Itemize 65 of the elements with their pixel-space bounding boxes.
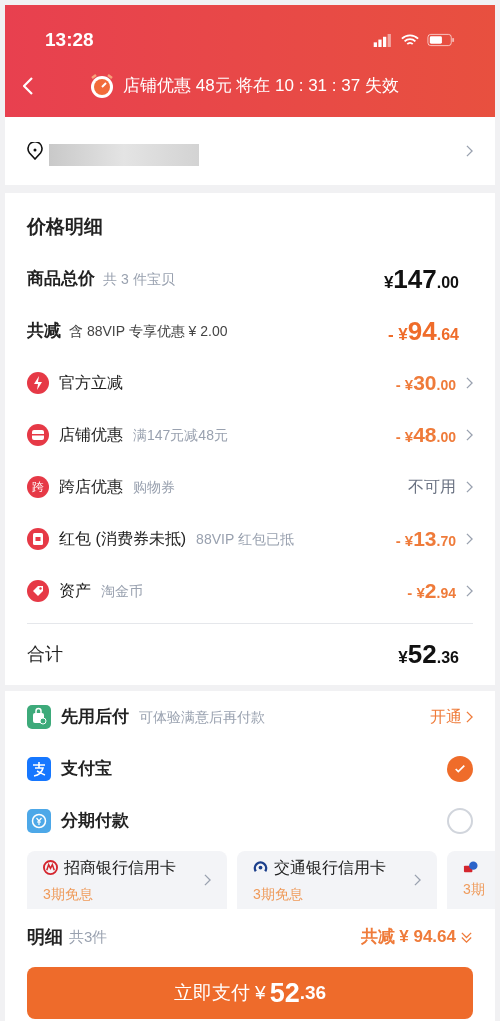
row-note: 含 88VIP 专享优惠 ¥ 2.00 <box>69 321 228 341</box>
price-amount: - ¥30.00 <box>395 370 456 397</box>
chevron-right-icon <box>204 874 211 886</box>
chevron-right-icon <box>466 481 473 493</box>
interest-free-offer: 3期 <box>463 880 485 899</box>
bank-logo-icon <box>43 860 58 875</box>
row-note: 可体验满意后再付款 <box>139 707 265 727</box>
price-amount: - ¥2.94 <box>407 578 456 605</box>
tag-icon <box>27 580 49 602</box>
status-text: 不可用 <box>408 477 456 497</box>
interest-free-offer: 3期免息 <box>253 884 303 904</box>
payment-method-label: 支付宝 <box>61 758 112 781</box>
discount-row[interactable]: 资产 淘金币 - ¥2.94 <box>27 565 473 617</box>
section-title: 价格明细 <box>27 214 104 239</box>
price-amount: - ¥13.70 <box>395 526 456 553</box>
location-pin-icon <box>27 142 43 160</box>
detail-label: 明细 <box>27 925 63 949</box>
signal-icon <box>373 33 393 47</box>
row-label: 共减 <box>27 320 61 343</box>
chevron-right-icon <box>466 585 473 597</box>
interest-free-offer: 3期免息 <box>43 884 93 904</box>
row-note: 满147元减48元 <box>133 425 228 445</box>
row-note: 淘金币 <box>101 581 143 601</box>
bank-name: 交通银行信用卡 <box>274 857 386 878</box>
row-note: 购物券 <box>133 477 175 497</box>
radio-button[interactable] <box>447 756 473 782</box>
payment-method-label: 先用后付 <box>61 706 129 729</box>
wifi-icon <box>401 33 419 47</box>
row-label: 商品总价 <box>27 268 95 291</box>
radio-button[interactable] <box>447 808 473 834</box>
bank-name: 招商银行信用卡 <box>64 857 176 878</box>
installment-card-option[interactable]: 交通银行信用卡 3期免息 <box>237 851 437 909</box>
row-note: 共 3 件宝贝 <box>103 269 175 289</box>
envelope-icon <box>27 528 49 550</box>
checkmark-icon <box>454 763 466 775</box>
total-label: 合计 <box>27 643 63 666</box>
bank-logo-icon <box>463 860 478 875</box>
payment-method-label: 分期付款 <box>61 810 129 833</box>
price-amount: - ¥94.64 <box>388 314 459 348</box>
cross-store-badge: 跨 <box>27 476 49 498</box>
installment-icon <box>27 809 51 833</box>
discount-row[interactable]: 官方立减 - ¥30.00 <box>27 357 473 409</box>
discount-row[interactable]: 跨 跨店优惠 购物券 不可用 <box>27 461 473 513</box>
item-count: 共3件 <box>69 926 108 947</box>
battery-icon <box>427 33 455 47</box>
row-note: 88VIP 红包已抵 <box>196 529 294 549</box>
price-amount: ¥52.36 <box>398 638 459 671</box>
discount-row[interactable]: 店铺优惠 满147元减48元 - ¥48.00 <box>27 409 473 461</box>
price-amount: ¥147.00 <box>383 262 459 296</box>
chevron-right-icon <box>466 377 473 389</box>
price-amount: - ¥48.00 <box>395 422 456 449</box>
countdown-banner-text: 店铺优惠 48元 将在 10 : 31 : 37 失效 <box>123 75 399 98</box>
lightning-icon <box>27 372 49 394</box>
double-chevron-down-icon <box>460 930 473 944</box>
chevron-right-icon <box>466 145 473 157</box>
store-icon <box>27 424 49 446</box>
chevron-right-icon <box>466 429 473 441</box>
discount-row[interactable]: 红包 (消费券未抵) 88VIP 红包已抵 - ¥13.70 <box>27 513 473 565</box>
wallet-app-icon <box>27 757 51 781</box>
installment-card-option[interactable]: 招商银行信用卡 3期免息 <box>27 851 227 909</box>
chevron-right-icon <box>466 711 473 723</box>
status-time: 13:28 <box>45 27 94 52</box>
chevron-right-icon <box>414 874 421 886</box>
chevron-right-icon <box>466 533 473 545</box>
alarm-clock-icon <box>89 73 115 99</box>
